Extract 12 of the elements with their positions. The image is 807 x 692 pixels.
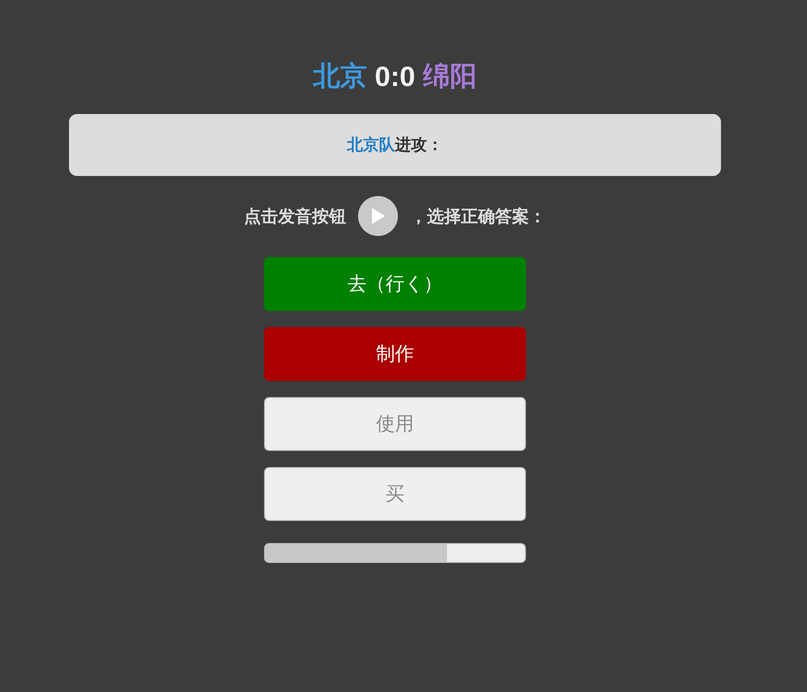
play-icon	[372, 208, 384, 224]
correct-answer-button[interactable]: 去（行く）	[264, 257, 526, 311]
prompt-text: 点击发音按钮	[244, 206, 346, 228]
play-button[interactable]	[358, 196, 398, 236]
team-name: 北京	[312, 60, 367, 94]
attack-text: 北京队进攻：	[347, 134, 443, 156]
answer-button[interactable]: 买	[264, 467, 526, 521]
wrong-answer-button[interactable]: 制作	[264, 327, 526, 381]
score-text: 0:0	[374, 60, 416, 94]
team-name: 绵阳	[423, 60, 478, 94]
answer-button[interactable]: 使用	[264, 397, 526, 451]
prompt-text: ，选择正确答案：	[410, 206, 546, 228]
